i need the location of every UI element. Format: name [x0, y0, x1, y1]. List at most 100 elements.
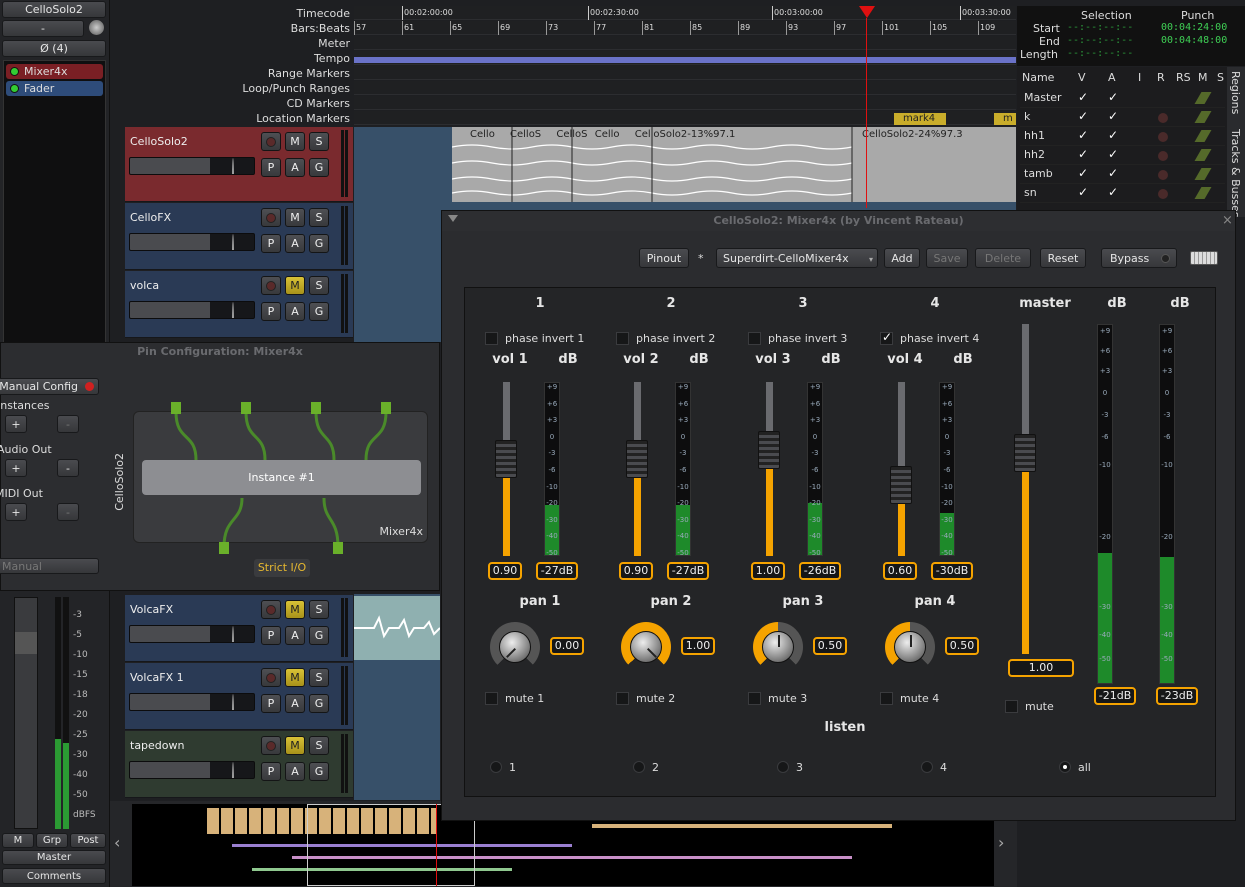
active-check-icon[interactable]: ✓: [1108, 90, 1118, 104]
selection-start-clock[interactable]: --:--:--:--: [1067, 22, 1133, 33]
record-button[interactable]: [261, 276, 281, 295]
midi-out-add-button[interactable]: +: [5, 503, 27, 521]
playlist-button[interactable]: P: [261, 694, 281, 713]
vol-value[interactable]: 1.00: [751, 562, 785, 580]
window-menu-icon[interactable]: [448, 215, 458, 222]
group-button[interactable]: G: [309, 762, 329, 781]
pin-graph[interactable]: Instance #1 Mixer4x: [133, 402, 428, 554]
instances-add-button[interactable]: +: [5, 415, 27, 433]
audio-out-add-button[interactable]: +: [5, 459, 27, 477]
group-button[interactable]: G: [309, 626, 329, 645]
visible-check-icon[interactable]: ✓: [1078, 147, 1088, 161]
tab-regions[interactable]: Regions: [1229, 71, 1242, 114]
playlist-button[interactable]: P: [261, 302, 281, 321]
group-button[interactable]: G: [309, 158, 329, 177]
track-gain-fader[interactable]: [129, 625, 255, 643]
strip-comments-button[interactable]: Comments: [2, 868, 106, 884]
location-marker[interactable]: mark4: [894, 113, 946, 125]
tracks-list-header[interactable]: M: [1198, 71, 1208, 84]
tracks-list-row[interactable]: hh1 ✓ ✓: [1020, 127, 1225, 146]
solo-button[interactable]: S: [309, 668, 329, 687]
mute-button[interactable]: M: [285, 668, 305, 687]
record-button[interactable]: [261, 736, 281, 755]
tab-tracks-busses[interactable]: Tracks & Busses: [1229, 129, 1242, 218]
track-header[interactable]: VolcaFX M S P A G: [125, 595, 353, 662]
preset-delete-button[interactable]: Delete: [975, 248, 1031, 268]
audio-out-remove-button[interactable]: -: [57, 459, 79, 477]
master-mute-checkbox[interactable]: [1005, 700, 1018, 713]
meter-ruler[interactable]: [354, 36, 1016, 50]
bars-beats-ruler[interactable]: 57 61 65 69 73 77 81 85 89 93 97 101 105 109: [354, 21, 1016, 35]
instance-block[interactable]: Instance #1: [142, 460, 421, 495]
solo-button[interactable]: S: [309, 276, 329, 295]
automation-button[interactable]: A: [285, 158, 305, 177]
vol-value[interactable]: 0.90: [619, 562, 653, 580]
pan-knob[interactable]: [490, 622, 540, 672]
track-name[interactable]: CelloSolo2: [130, 135, 188, 148]
solo-button[interactable]: S: [309, 736, 329, 755]
db-value[interactable]: -27dB: [536, 562, 578, 580]
playlist-button[interactable]: P: [261, 626, 281, 645]
mode-select[interactable]: Manual: [0, 558, 99, 574]
automation-button[interactable]: A: [285, 694, 305, 713]
tracks-list-row[interactable]: hh2 ✓ ✓: [1020, 146, 1225, 165]
vol-fader-handle[interactable]: [758, 431, 780, 469]
preset-add-button[interactable]: Add: [884, 248, 920, 268]
track-name[interactable]: CelloFX: [130, 211, 171, 224]
tracks-list-header[interactable]: RS: [1176, 71, 1191, 84]
mute-button[interactable]: M: [285, 276, 305, 295]
visible-check-icon[interactable]: ✓: [1078, 128, 1088, 142]
nav-right-icon[interactable]: ›: [998, 833, 1004, 852]
record-button[interactable]: [261, 132, 281, 151]
pin-config-title[interactable]: Pin Configuration: Mixer4x: [1, 343, 439, 361]
vol-value[interactable]: 0.60: [883, 562, 917, 580]
active-check-icon[interactable]: ✓: [1108, 128, 1118, 142]
playlist-button[interactable]: P: [261, 762, 281, 781]
track-header[interactable]: tapedown M S P A G: [125, 731, 353, 798]
db-value[interactable]: -30dB: [931, 562, 973, 580]
region-cellosolo2[interactable]: Cello CelloS CelloS Cello CelloSolo2-13%…: [452, 127, 1016, 202]
vol-fader-handle[interactable]: [495, 440, 517, 478]
master-db-value-right[interactable]: -23dB: [1156, 687, 1198, 705]
pan-value[interactable]: 0.50: [813, 637, 847, 655]
phase-invert-checkbox[interactable]: [748, 332, 761, 345]
playhead-icon[interactable]: [859, 6, 875, 18]
automation-button[interactable]: A: [285, 762, 305, 781]
active-check-icon[interactable]: ✓: [1108, 166, 1118, 180]
visible-check-icon[interactable]: ✓: [1078, 185, 1088, 199]
punch-start-clock[interactable]: 00:04:24:00: [1161, 22, 1227, 33]
instances-remove-button[interactable]: -: [57, 415, 79, 433]
strip-mute-button[interactable]: M: [2, 833, 34, 848]
loop-punch-ruler[interactable]: [354, 81, 1016, 95]
midi-out-remove-button[interactable]: -: [57, 503, 79, 521]
visible-check-icon[interactable]: ✓: [1078, 166, 1088, 180]
tracks-list-row[interactable]: tamb ✓ ✓: [1020, 165, 1225, 184]
track-gain-fader[interactable]: [129, 761, 255, 779]
vol-value[interactable]: 0.90: [488, 562, 522, 580]
automation-button[interactable]: A: [285, 626, 305, 645]
region-volcafx[interactable]: [354, 596, 441, 660]
preset-save-button[interactable]: Save: [926, 248, 968, 268]
track-name[interactable]: VolcaFX: [130, 603, 173, 616]
active-check-icon[interactable]: ✓: [1108, 109, 1118, 123]
record-button[interactable]: [261, 668, 281, 687]
range-markers-ruler[interactable]: [354, 66, 1016, 80]
track-gain-fader[interactable]: [129, 693, 255, 711]
mute-button[interactable]: M: [285, 208, 305, 227]
phase-invert-button[interactable]: Ø (4): [2, 40, 106, 57]
tracks-list-header[interactable]: Name: [1022, 71, 1054, 84]
track-gain-fader[interactable]: [129, 301, 255, 319]
master-fader-handle[interactable]: [1014, 434, 1036, 472]
phase-invert-checkbox[interactable]: [485, 332, 498, 345]
pinout-button[interactable]: Pinout: [639, 248, 689, 268]
track-header[interactable]: CelloFX M S P A G: [125, 203, 353, 270]
tracks-list-header[interactable]: S: [1217, 71, 1224, 84]
playlist-button[interactable]: P: [261, 234, 281, 253]
pan-knob[interactable]: [621, 622, 671, 672]
keyboard-icon[interactable]: [1190, 251, 1218, 265]
visible-check-icon[interactable]: ✓: [1078, 109, 1088, 123]
mute-checkbox[interactable]: [616, 692, 629, 705]
mute-checkbox[interactable]: [485, 692, 498, 705]
solo-button[interactable]: S: [309, 132, 329, 151]
playlist-button[interactable]: P: [261, 158, 281, 177]
